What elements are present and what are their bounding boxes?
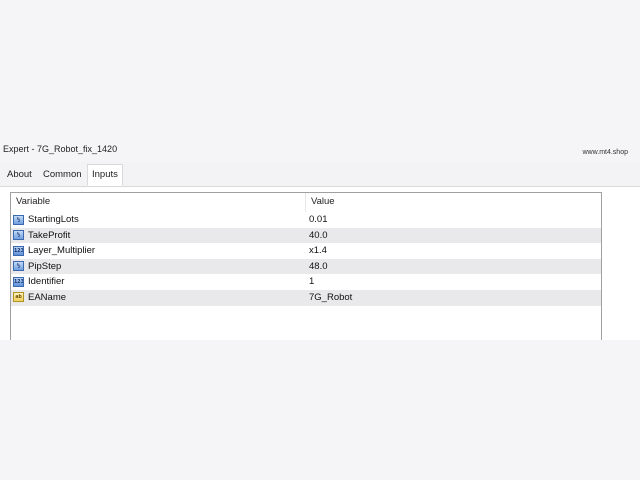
table-row-pipstep[interactable]: ½ PipStep 48.0: [11, 258, 601, 275]
variable-value[interactable]: 40.0: [309, 230, 328, 241]
variable-name: Identifier: [28, 276, 65, 288]
double-type-icon: ½: [13, 214, 24, 225]
tab-bar: About Common Inputs: [0, 162, 640, 187]
variable-name: Layer_Multiplier: [28, 245, 96, 257]
expert-properties-window: Expert - 7G_Robot_fix_1420 www.mt4.shop …: [0, 140, 640, 340]
inputs-panel: Variable Value ½ StartingLots 0.01 ½ Tak…: [0, 187, 640, 340]
variable-name: StartingLots: [28, 214, 79, 225]
tab-common[interactable]: Common: [39, 165, 86, 186]
window-title: Expert - 7G_Robot_fix_1420: [3, 144, 118, 154]
table-header: Variable Value: [11, 193, 601, 213]
inputs-table: Variable Value ½ StartingLots 0.01 ½ Tak…: [10, 192, 602, 340]
table-row-takeprofit[interactable]: ½ TakeProfit 40.0: [11, 227, 601, 244]
variable-value[interactable]: 1: [309, 276, 314, 287]
page-background: Expert - 7G_Robot_fix_1420 www.mt4.shop …: [0, 0, 640, 480]
variable-name: EAName: [28, 291, 67, 303]
tab-inputs[interactable]: Inputs: [87, 164, 123, 186]
column-header-variable[interactable]: Variable: [16, 196, 50, 207]
variable-value[interactable]: 7G_Robot: [309, 292, 352, 303]
column-header-value[interactable]: Value: [311, 196, 335, 207]
variable-value[interactable]: x1.4: [309, 245, 327, 256]
variable-name: PipStep: [28, 260, 62, 272]
int-type-icon: 123: [13, 245, 24, 256]
watermark-text: www.mt4.shop: [582, 149, 628, 156]
double-type-icon: ½: [13, 230, 24, 241]
table-row-layer-multiplier[interactable]: 123 Layer_Multiplier x1.4: [11, 243, 601, 259]
table-row-startinglots[interactable]: ½ StartingLots 0.01: [11, 212, 601, 228]
table-body: ½ StartingLots 0.01 ½ TakeProfit 40.0 12…: [11, 212, 601, 306]
variable-value[interactable]: 0.01: [309, 214, 328, 225]
title-bar: Expert - 7G_Robot_fix_1420 www.mt4.shop: [0, 140, 640, 162]
column-divider[interactable]: [305, 193, 306, 212]
variable-name: TakeProfit: [28, 229, 71, 241]
table-row-eaname[interactable]: ab EAName 7G_Robot: [11, 289, 601, 306]
double-type-icon: ½: [13, 261, 24, 272]
variable-value[interactable]: 48.0: [309, 261, 328, 272]
tab-about[interactable]: About: [3, 165, 36, 186]
table-row-identifier[interactable]: 123 Identifier 1: [11, 274, 601, 290]
int-type-icon: 123: [13, 276, 24, 287]
string-type-icon: ab: [13, 292, 24, 303]
